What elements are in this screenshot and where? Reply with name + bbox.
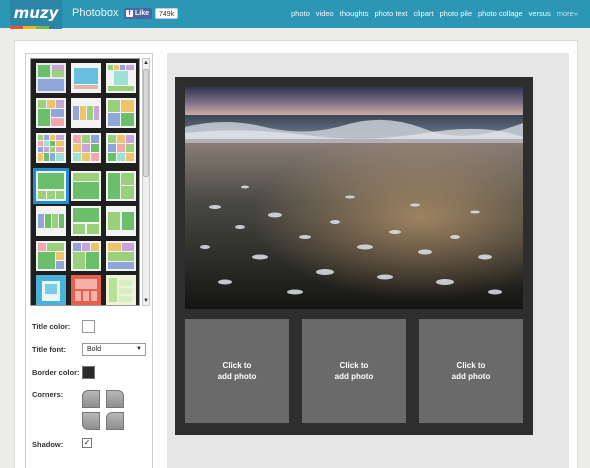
nav-photo-collage[interactable]: photo collage — [478, 9, 523, 18]
layout-thumbnail[interactable] — [71, 241, 101, 271]
corner-option-bottom-left[interactable] — [82, 412, 100, 430]
photo-collage: Click to add photo Click to add photo Cl… — [175, 77, 533, 435]
like-count: 749k — [155, 8, 179, 19]
layout-thumbnail[interactable] — [106, 241, 136, 271]
corner-option-top-left[interactable] — [82, 390, 100, 408]
top-bar: muzy Photobox f Like 749k photo video th… — [0, 0, 590, 29]
facebook-icon: f — [126, 10, 133, 17]
top-nav: photo video thoughts photo text clipart … — [291, 9, 578, 18]
scroll-up-icon[interactable]: ▲ — [143, 59, 149, 67]
title-font-value: Bold — [87, 346, 102, 353]
nav-more[interactable]: more» — [557, 9, 578, 18]
layout-thumbnail[interactable] — [36, 63, 66, 93]
scroll-down-icon[interactable]: ▼ — [143, 297, 149, 305]
thumbnail-scrollbar[interactable]: ▲ ▼ — [142, 58, 150, 306]
nav-video[interactable]: video — [316, 9, 334, 18]
add-photo-slot-1[interactable]: Click to add photo — [185, 319, 289, 423]
layout-thumbnail[interactable] — [106, 171, 136, 201]
nav-clipart[interactable]: clipart — [413, 9, 433, 18]
title-color-swatch[interactable] — [82, 320, 95, 333]
app-title: Photobox — [72, 7, 119, 19]
title-font-label: Title font: — [32, 345, 67, 354]
chevron-down-icon: ▼ — [136, 346, 142, 352]
add-photo-label: Click to add photo — [451, 361, 491, 381]
layout-thumbnail[interactable] — [36, 275, 66, 305]
layout-thumbnail[interactable] — [71, 206, 101, 236]
border-color-swatch[interactable] — [82, 366, 95, 379]
layout-thumbnail[interactable] — [106, 98, 136, 128]
layout-thumbnail-grid — [30, 58, 140, 306]
layout-sidebar: ▲ ▼ Title color: Title font: Bold ▼ Bord… — [25, 53, 153, 468]
nav-photo-text[interactable]: photo text — [375, 9, 408, 18]
corner-option-bottom-right[interactable] — [106, 412, 124, 430]
layout-thumbnail[interactable] — [106, 206, 136, 236]
layout-thumbnail[interactable] — [36, 206, 66, 236]
main-photo[interactable] — [185, 87, 523, 309]
nav-thoughts[interactable]: thoughts — [340, 9, 369, 18]
layout-thumbnail[interactable] — [106, 63, 136, 93]
layout-thumbnail-selected[interactable] — [33, 168, 69, 204]
corner-option-top-right[interactable] — [106, 390, 124, 408]
title-font-select[interactable]: Bold ▼ — [82, 343, 146, 356]
shadow-checkbox[interactable]: ✓ — [82, 438, 92, 448]
shadow-label: Shadow: — [32, 440, 64, 449]
facebook-like-widget: f Like 749k — [124, 8, 179, 19]
border-color-label: Border color: — [32, 368, 80, 377]
layout-thumbnail[interactable] — [71, 133, 101, 163]
logo-color-strip — [10, 26, 62, 29]
add-photo-slot-3[interactable]: Click to add photo — [419, 319, 523, 423]
add-photo-slot-2[interactable]: Click to add photo — [302, 319, 406, 423]
nav-photo[interactable]: photo — [291, 9, 310, 18]
main-panel: ▲ ▼ Title color: Title font: Bold ▼ Bord… — [14, 40, 578, 468]
corners-label: Corners: — [32, 390, 64, 399]
layout-thumbnail[interactable] — [36, 133, 66, 163]
facebook-like-button[interactable]: f Like — [124, 8, 153, 19]
layout-thumbnail[interactable] — [106, 133, 136, 163]
nav-versus[interactable]: versus — [529, 9, 551, 18]
add-photo-label: Click to add photo — [334, 361, 374, 381]
layout-thumbnail[interactable] — [71, 98, 101, 128]
layout-thumbnail[interactable] — [71, 63, 101, 93]
add-photo-label: Click to add photo — [217, 361, 257, 381]
like-label: Like — [135, 10, 150, 17]
muzy-logo[interactable]: muzy — [10, 0, 62, 28]
scrollbar-thumb[interactable] — [143, 69, 149, 177]
layout-thumbnail[interactable] — [71, 275, 101, 305]
layout-thumbnail[interactable] — [36, 241, 66, 271]
title-color-label: Title color: — [32, 322, 71, 331]
layout-thumbnail[interactable] — [36, 98, 66, 128]
layout-thumbnail[interactable] — [106, 275, 136, 305]
layout-thumbnail[interactable] — [71, 171, 101, 201]
nav-photo-pile[interactable]: photo pile — [439, 9, 472, 18]
